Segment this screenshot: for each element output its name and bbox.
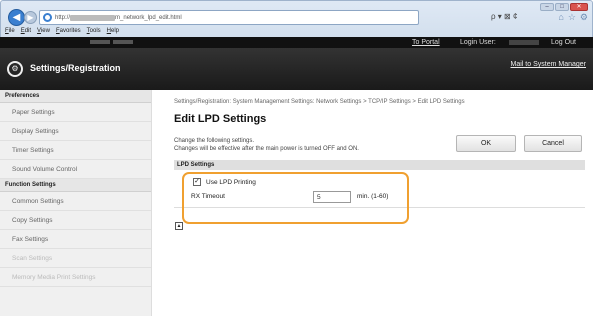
section-heading: LPD Settings <box>174 160 585 170</box>
breadcrumb: Settings/Registration: System Management… <box>174 99 465 105</box>
sidebar-item-fax-settings[interactable]: Fax Settings <box>0 230 151 249</box>
ok-button[interactable]: OK <box>456 135 516 152</box>
window-controls: – □ ✕ <box>540 3 588 11</box>
address-url: http://xxxxxxxxxxxxxxxm_network_lpd_edit… <box>55 14 182 21</box>
address-tools[interactable]: ρ ▾ ⊠ ¢ <box>491 12 517 21</box>
close-button[interactable]: ✕ <box>570 3 588 11</box>
instructions-line-1: Change the following settings. <box>174 138 255 144</box>
sidebar-item-common-settings[interactable]: Common Settings <box>0 192 151 211</box>
sidebar-heading-function-settings: Function Settings <box>0 179 151 192</box>
mail-to-system-manager-link[interactable]: Mail to System Manager <box>511 61 586 68</box>
minimize-button[interactable]: – <box>540 3 554 11</box>
app-header: ⚙ Settings/Registration Mail to System M… <box>0 48 593 90</box>
cancel-button[interactable]: Cancel <box>524 135 582 152</box>
page-top-icon[interactable]: ▲ <box>175 222 183 230</box>
sidebar-item-paper-settings[interactable]: Paper Settings <box>0 103 151 122</box>
ie-icon <box>43 13 52 22</box>
address-bar[interactable]: http://xxxxxxxxxxxxxxxm_network_lpd_edit… <box>39 10 419 25</box>
device-name <box>90 39 136 45</box>
callout-highlight <box>182 172 409 224</box>
sidebar-item-copy-settings[interactable]: Copy Settings <box>0 211 151 230</box>
login-user-name <box>509 40 539 45</box>
arrow-right-icon: ▶ <box>27 13 34 22</box>
sidebar: Preferences Paper Settings Display Setti… <box>0 90 152 316</box>
instructions-line-2: Changes will be effective after the main… <box>174 146 359 152</box>
app-title: Settings/Registration <box>30 63 121 73</box>
settings-icon: ⚙ <box>7 61 23 77</box>
arrow-left-icon: ◀ <box>12 12 21 23</box>
app-top-bar: To Portal Login User: Log Out <box>0 37 593 48</box>
sidebar-item-memory-media-print-settings[interactable]: Memory Media Print Settings <box>0 268 151 287</box>
favorites-icon[interactable]: ☆ <box>568 12 576 23</box>
toolbar-icons: ⌂ ☆ ⚙ <box>558 12 588 23</box>
maximize-button[interactable]: □ <box>555 3 569 11</box>
sidebar-item-sound-volume-control[interactable]: Sound Volume Control <box>0 160 151 179</box>
sidebar-heading-preferences: Preferences <box>0 90 151 103</box>
page-title: Edit LPD Settings <box>174 113 267 125</box>
home-icon[interactable]: ⌂ <box>558 12 563 23</box>
back-button[interactable]: ◀ <box>8 9 25 26</box>
sidebar-item-scan-settings[interactable]: Scan Settings <box>0 249 151 268</box>
sidebar-item-display-settings[interactable]: Display Settings <box>0 122 151 141</box>
log-out-link[interactable]: Log Out <box>551 39 576 46</box>
login-user-label: Login User: <box>460 39 496 46</box>
forward-button[interactable]: ▶ <box>24 11 37 24</box>
gear-icon[interactable]: ⚙ <box>580 12 588 23</box>
instructions-text: Change the following settings. Changes w… <box>174 137 359 153</box>
sidebar-item-timer-settings[interactable]: Timer Settings <box>0 141 151 160</box>
to-portal-link[interactable]: To Portal <box>412 39 440 46</box>
